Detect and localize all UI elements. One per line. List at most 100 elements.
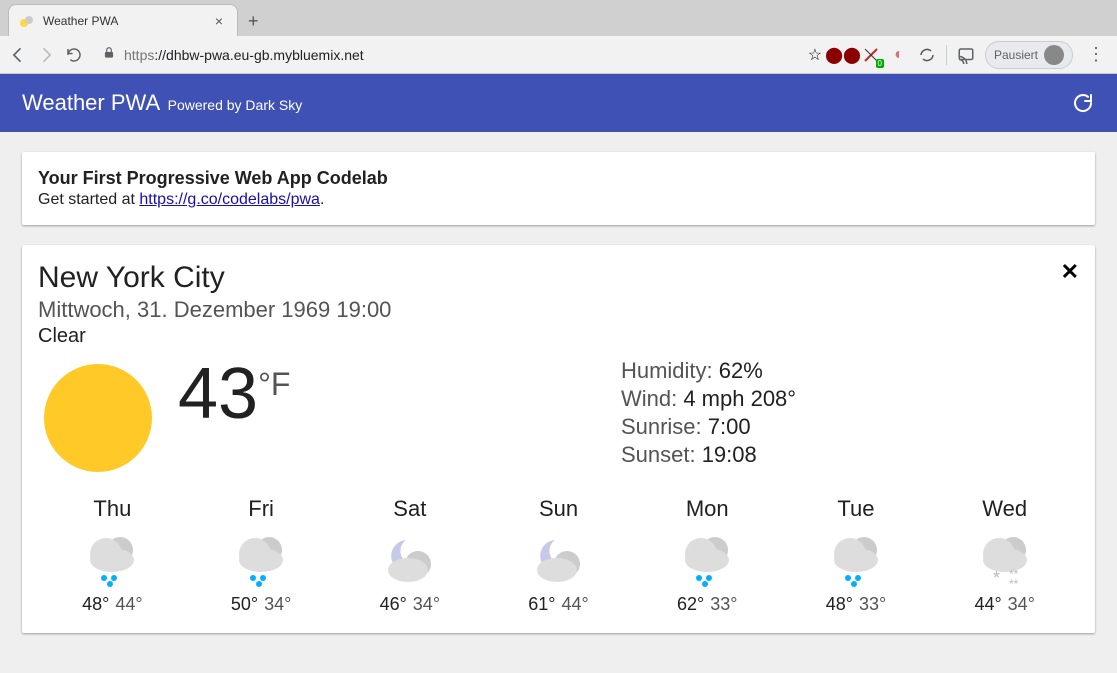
forecast-day: Sat 46° 34° (335, 496, 484, 615)
tab-bar: Weather PWA × + (0, 0, 1117, 36)
humidity-label: Humidity: (621, 358, 713, 383)
intro-card: Your First Progressive Web App Codelab G… (22, 152, 1095, 225)
tab-favicon-icon (19, 13, 35, 29)
forecast-lo: 34° (413, 594, 440, 614)
avatar-icon (1044, 45, 1064, 65)
browser-chrome: Weather PWA × + https ://dhbw-pwa.eu-gb.… (0, 0, 1117, 74)
forecast-day: Wed*****44°34° (930, 496, 1079, 615)
app-header: Weather PWA Powered by Dark Sky (0, 74, 1117, 132)
browser-menu-button[interactable]: ⋮ (1083, 44, 1109, 65)
back-button[interactable] (8, 45, 28, 65)
sun-icon (38, 358, 158, 478)
sunset-value: 19:08 (702, 442, 757, 467)
weather-description: Clear (38, 325, 1079, 348)
forecast-lo: 33° (710, 594, 737, 614)
url-protocol: https (124, 47, 154, 63)
current-temp: 43 °F (178, 358, 290, 430)
forecast-rain-icon (675, 526, 739, 590)
forecast-lo: 34° (264, 594, 291, 614)
url-bar[interactable]: https ://dhbw-pwa.eu-gb.mybluemix.net (92, 42, 798, 67)
forecast-snow-icon: ***** (973, 526, 1037, 590)
forecast-temps: 48° 33° (782, 594, 931, 615)
forecast-temps: 46° 34° (335, 594, 484, 615)
intro-suffix: . (320, 191, 324, 208)
extension-adblock-icon[interactable]: 0 (862, 46, 880, 64)
forecast-hi: 50° (231, 594, 258, 614)
forecast-rain-icon (80, 526, 144, 590)
sunset-label: Sunset: (621, 442, 696, 467)
forecast-day-label: Sat (335, 496, 484, 522)
tab-close-icon[interactable]: × (211, 13, 227, 29)
forecast-hi: 48° (82, 594, 109, 614)
wind-value: 4 mph 208° (683, 386, 796, 411)
city-name: New York City (38, 261, 1079, 295)
app-subtitle: Powered by Dark Sky (168, 97, 303, 113)
sunrise-value: 7:00 (708, 414, 751, 439)
temp-value: 43 (178, 358, 258, 430)
extension-incognito-icon[interactable]: ⬤⬤ (834, 46, 852, 64)
forecast-temps: 44° 34° (930, 594, 1079, 615)
forecast-night-cloudy-icon (527, 526, 591, 590)
forecast-hi: 44° (974, 594, 1001, 614)
forecast-temps: 50° 34° (187, 594, 336, 615)
forecast-day-label: Sun (484, 496, 633, 522)
new-tab-button[interactable]: + (248, 11, 259, 36)
intro-text: Get started at https://g.co/codelabs/pwa… (38, 191, 1079, 209)
svg-text:*: * (993, 568, 1000, 588)
forecast-temps: 61° 44° (484, 594, 633, 615)
url-host: ://dhbw-pwa.eu-gb.mybluemix.net (154, 47, 363, 63)
current-left: 43 °F (38, 358, 621, 478)
forecast-day: Fri 50° 34° (187, 496, 336, 615)
refresh-button[interactable] (1071, 91, 1095, 115)
profile-button[interactable]: Pausiert (985, 41, 1073, 69)
forecast-day: Mon 62° 33° (633, 496, 782, 615)
forecast-hi: 46° (380, 594, 407, 614)
forecast-lo: 44° (115, 594, 142, 614)
forecast-day: Tue 48° 33° (782, 496, 931, 615)
extension-circle-icon[interactable]: ◐ (890, 46, 908, 64)
humidity-value: 62% (719, 358, 763, 383)
browser-tab[interactable]: Weather PWA × (8, 4, 238, 36)
forecast-hi: 62° (677, 594, 704, 614)
temp-unit: °F (258, 366, 290, 403)
forecast-lo: 34° (1008, 594, 1035, 614)
forecast-hi: 48° (826, 594, 853, 614)
current-stats: Humidity: 62% Wind: 4 mph 208° Sunrise: … (621, 358, 796, 470)
tab-title: Weather PWA (43, 14, 211, 28)
weather-card: ✕ New York City Mittwoch, 31. Dezember 1… (22, 245, 1095, 633)
svg-text:**: ** (1009, 577, 1019, 590)
forecast-day-label: Tue (782, 496, 931, 522)
intro-title: Your First Progressive Web App Codelab (38, 168, 1079, 189)
cast-icon[interactable] (957, 46, 975, 64)
intro-link[interactable]: https://g.co/codelabs/pwa (139, 191, 320, 208)
browser-toolbar: https ://dhbw-pwa.eu-gb.mybluemix.net ☆ … (0, 36, 1117, 74)
extension-sync-icon[interactable] (918, 46, 936, 64)
forecast-day-label: Wed (930, 496, 1079, 522)
intro-prefix: Get started at (38, 191, 139, 208)
sunrise-label: Sunrise: (621, 414, 702, 439)
forecast-hi: 61° (528, 594, 555, 614)
forecast-day-label: Mon (633, 496, 782, 522)
star-icon[interactable]: ☆ (806, 46, 824, 64)
forecast-row: Thu 48° 44° Fri 50° 34° Sat 46° 34° Sun 61° 44° Mon 6… (38, 496, 1079, 615)
reload-button[interactable] (64, 45, 84, 65)
forecast-lo: 44° (562, 594, 589, 614)
forecast-temps: 62° 33° (633, 594, 782, 615)
forecast-day: Thu 48° 44° (38, 496, 187, 615)
lock-icon (102, 46, 116, 63)
weather-date: Mittwoch, 31. Dezember 1969 19:00 (38, 297, 1079, 323)
toolbar-separator (946, 45, 947, 65)
close-card-button[interactable]: ✕ (1061, 259, 1079, 285)
forward-button[interactable] (36, 45, 56, 65)
forecast-night-cloudy-icon (378, 526, 442, 590)
forecast-lo: 33° (859, 594, 886, 614)
current-weather: 43 °F Humidity: 62% Wind: 4 mph 208° Sun… (38, 358, 1079, 478)
forecast-day: Sun 61° 44° (484, 496, 633, 615)
app-title: Weather PWA (22, 90, 160, 115)
forecast-day-label: Thu (38, 496, 187, 522)
forecast-day-label: Fri (187, 496, 336, 522)
forecast-temps: 48° 44° (38, 594, 187, 615)
profile-label: Pausiert (994, 48, 1038, 62)
toolbar-right: ☆ ⬤⬤ 0 ◐ Pausiert ⋮ (806, 41, 1109, 69)
forecast-rain-icon (229, 526, 293, 590)
